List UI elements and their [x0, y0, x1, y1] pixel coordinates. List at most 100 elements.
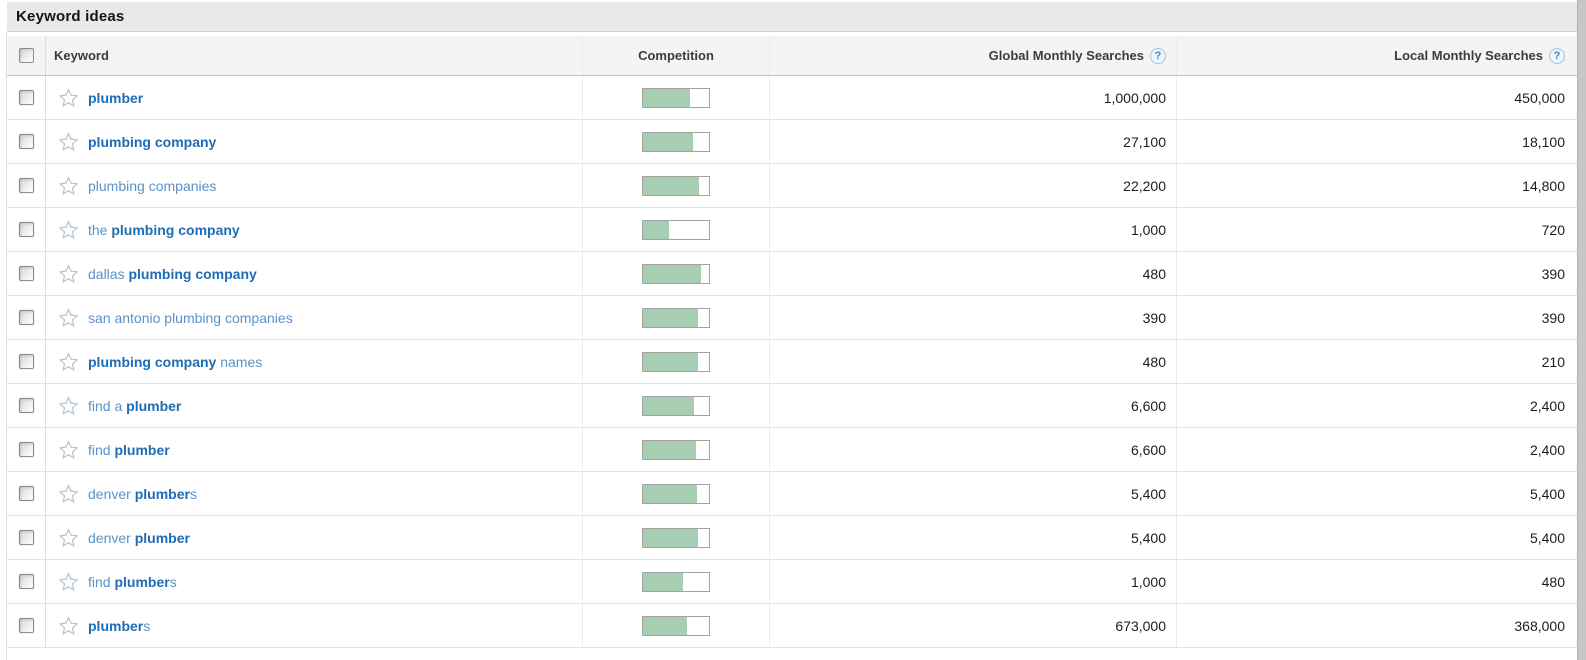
competition-cell — [583, 252, 770, 295]
keyword-segment: denver — [88, 530, 135, 546]
row-checkbox[interactable] — [19, 134, 34, 149]
global-searches-cell: 1,000 — [770, 560, 1177, 603]
star-icon[interactable] — [59, 572, 78, 591]
local-searches-value: 18,100 — [1522, 134, 1565, 150]
competition-bar — [642, 220, 710, 240]
keyword-segment: plumber — [126, 398, 181, 414]
keyword-segment: find — [88, 442, 114, 458]
local-searches-value: 210 — [1542, 354, 1565, 370]
keyword-segment: names — [216, 354, 262, 370]
star-icon[interactable] — [59, 88, 78, 107]
keyword-link[interactable]: plumber — [88, 90, 143, 106]
keyword-link[interactable]: san antonio plumbing companies — [88, 310, 293, 326]
star-icon[interactable] — [59, 616, 78, 635]
column-header-global-searches[interactable]: Global Monthly Searches — [989, 48, 1144, 63]
keyword-link[interactable]: plumbing company names — [88, 354, 262, 370]
star-icon[interactable] — [59, 484, 78, 503]
local-searches-cell: 2,400 — [1177, 428, 1577, 471]
help-icon[interactable]: ? — [1150, 48, 1166, 64]
global-searches-value: 480 — [1143, 266, 1166, 282]
competition-bar — [642, 88, 710, 108]
global-searches-value: 1,000 — [1131, 222, 1166, 238]
keyword-link[interactable]: denver plumbers — [88, 486, 197, 502]
local-searches-value: 390 — [1542, 310, 1565, 326]
global-searches-value: 22,200 — [1123, 178, 1166, 194]
local-searches-cell: 2,400 — [1177, 384, 1577, 427]
row-checkbox-cell — [7, 516, 46, 559]
header-local-cell: Local Monthly Searches ? — [1177, 36, 1577, 75]
star-icon[interactable] — [59, 352, 78, 371]
competition-bar-fill — [643, 221, 669, 239]
global-searches-value: 480 — [1143, 354, 1166, 370]
star-icon[interactable] — [59, 176, 78, 195]
keyword-ideas-panel: Keyword ideas Keyword Competition Global… — [7, 0, 1577, 648]
keyword-segment: dallas — [88, 266, 128, 282]
global-searches-value: 390 — [1143, 310, 1166, 326]
keyword-segment: plumber — [114, 442, 169, 458]
local-searches-value: 14,800 — [1522, 178, 1565, 194]
keyword-segment: plumbing company — [88, 354, 216, 370]
table-row: find plumber 6,600 2,400 — [7, 428, 1577, 472]
star-icon[interactable] — [59, 220, 78, 239]
row-checkbox[interactable] — [19, 442, 34, 457]
keyword-link[interactable]: plumbing company — [88, 134, 216, 150]
star-icon[interactable] — [59, 308, 78, 327]
row-checkbox-cell — [7, 208, 46, 251]
keyword-link[interactable]: find plumber — [88, 442, 170, 458]
star-icon[interactable] — [59, 264, 78, 283]
keyword-link[interactable]: find a plumber — [88, 398, 181, 414]
keyword-link[interactable]: plumbing companies — [88, 178, 216, 194]
keyword-link[interactable]: dallas plumbing company — [88, 266, 257, 282]
local-searches-cell: 18,100 — [1177, 120, 1577, 163]
keyword-segment: plumbing company — [111, 222, 239, 238]
row-checkbox[interactable] — [19, 266, 34, 281]
row-checkbox[interactable] — [19, 178, 34, 193]
keyword-link[interactable]: the plumbing company — [88, 222, 240, 238]
keyword-link[interactable]: denver plumber — [88, 530, 190, 546]
competition-bar-fill — [643, 485, 697, 503]
competition-bar — [642, 308, 710, 328]
row-checkbox[interactable] — [19, 618, 34, 633]
star-icon[interactable] — [59, 528, 78, 547]
table-row: plumber 1,000,000 450,000 — [7, 76, 1577, 120]
column-header-local-searches[interactable]: Local Monthly Searches — [1394, 48, 1543, 63]
competition-bar — [642, 440, 710, 460]
competition-bar-fill — [643, 529, 698, 547]
keyword-cell: find plumber — [46, 428, 583, 471]
row-checkbox[interactable] — [19, 398, 34, 413]
star-icon[interactable] — [59, 396, 78, 415]
row-checkbox[interactable] — [19, 222, 34, 237]
competition-bar — [642, 132, 710, 152]
global-searches-cell: 22,200 — [770, 164, 1177, 207]
scrollbar-track[interactable] — [1577, 0, 1586, 660]
competition-bar — [642, 484, 710, 504]
star-icon[interactable] — [59, 132, 78, 151]
local-searches-value: 720 — [1542, 222, 1565, 238]
global-searches-cell: 390 — [770, 296, 1177, 339]
competition-cell — [583, 76, 770, 119]
keyword-link[interactable]: find plumbers — [88, 574, 177, 590]
column-header-competition[interactable]: Competition — [638, 48, 714, 63]
select-all-checkbox[interactable] — [19, 48, 34, 63]
row-checkbox[interactable] — [19, 574, 34, 589]
row-checkbox[interactable] — [19, 530, 34, 545]
global-searches-cell: 6,600 — [770, 428, 1177, 471]
row-checkbox[interactable] — [19, 354, 34, 369]
keyword-cell: san antonio plumbing companies — [46, 296, 583, 339]
competition-bar — [642, 352, 710, 372]
keyword-link[interactable]: plumbers — [88, 618, 150, 634]
global-searches-cell: 5,400 — [770, 472, 1177, 515]
keyword-segment: find — [88, 574, 114, 590]
help-icon[interactable]: ? — [1549, 48, 1565, 64]
row-checkbox[interactable] — [19, 310, 34, 325]
keyword-cell: plumbing companies — [46, 164, 583, 207]
row-checkbox[interactable] — [19, 90, 34, 105]
column-header-keyword[interactable]: Keyword — [54, 48, 109, 63]
global-searches-value: 6,600 — [1131, 442, 1166, 458]
star-icon[interactable] — [59, 440, 78, 459]
row-checkbox[interactable] — [19, 486, 34, 501]
local-searches-value: 368,000 — [1514, 618, 1565, 634]
keyword-cell: plumbers — [46, 604, 583, 647]
local-searches-value: 5,400 — [1530, 530, 1565, 546]
competition-bar — [642, 616, 710, 636]
